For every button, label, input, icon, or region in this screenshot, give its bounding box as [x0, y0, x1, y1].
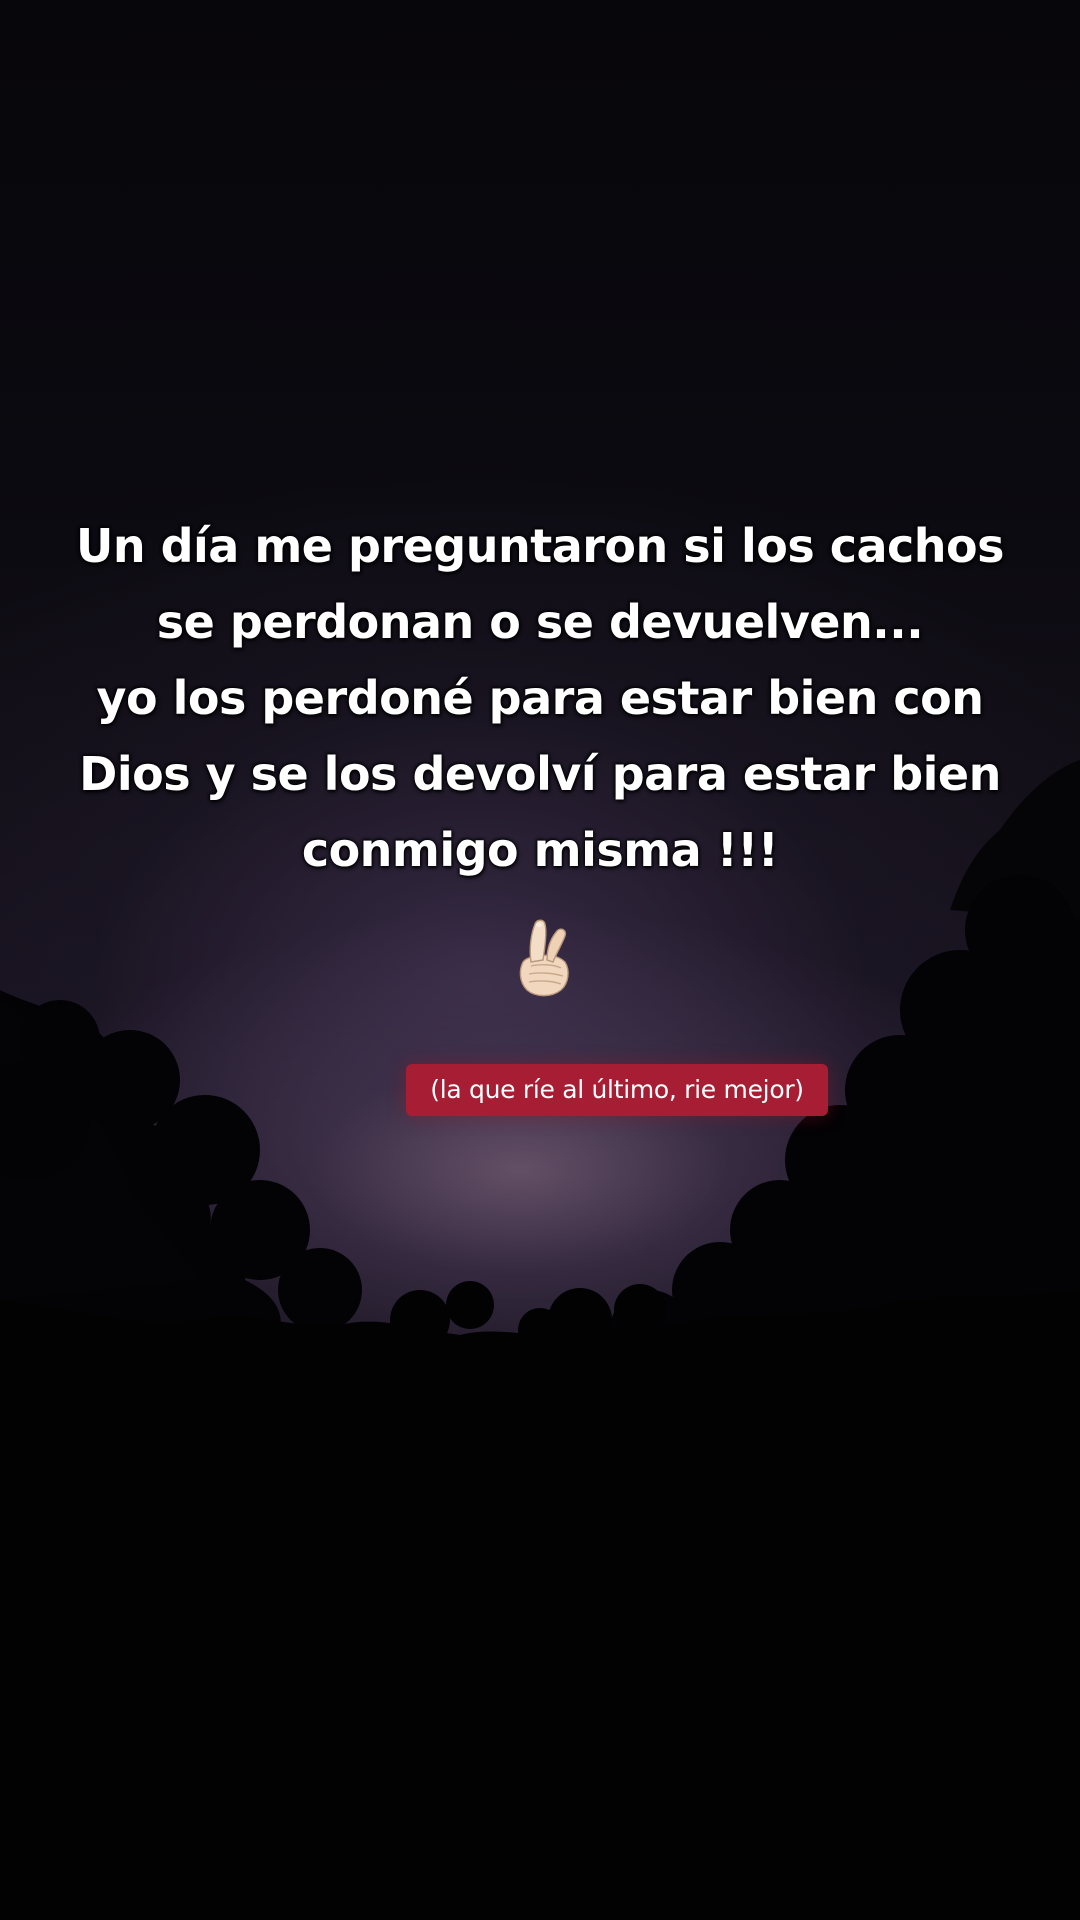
quote-line: Un día me preguntaron si los cachos	[75, 519, 1005, 573]
quote-line: yo los perdoné para estar bien con	[96, 671, 984, 725]
crossed-fingers-heart-hand-icon	[519, 919, 569, 997]
video-frame: Un día me preguntaron si los cachos se p…	[0, 0, 1080, 1920]
quote-line: se perdonan o se devuelven...	[156, 595, 924, 649]
quote-line: conmigo misma !!!	[301, 823, 779, 877]
quote-text: Un día me preguntaron si los cachos se p…	[60, 508, 1020, 888]
caption-label: (la que ríe al último, rie mejor)	[406, 1064, 828, 1116]
quote-line: Dios y se los devolví para estar bien	[79, 747, 1001, 801]
